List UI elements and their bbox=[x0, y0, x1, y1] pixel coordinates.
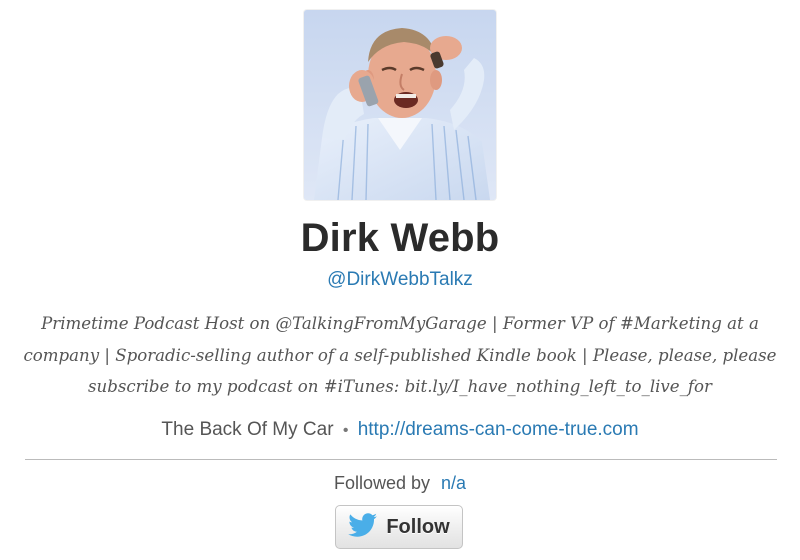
bio-line: subscribe to my podcast on #iTunes: bit.… bbox=[88, 377, 712, 396]
followed-by-count-link[interactable]: n/a bbox=[441, 473, 466, 493]
profile-website-link[interactable]: http://dreams-can-come-true.com bbox=[358, 419, 639, 440]
profile-meta: The Back Of My Car • http://dreams-can-c… bbox=[0, 416, 800, 445]
profile-handle-link[interactable]: @DirkWebbTalkz bbox=[0, 267, 800, 293]
meta-separator: • bbox=[342, 422, 349, 439]
section-divider bbox=[25, 459, 777, 460]
profile-name: Dirk Webb bbox=[300, 216, 500, 260]
followed-by-label: Followed by bbox=[333, 473, 430, 493]
bio-line: company | Sporadic-selling author of a s… bbox=[23, 345, 777, 365]
profile-avatar[interactable] bbox=[304, 10, 496, 200]
bio-line: Primetime Podcast Host on @TalkingFromMy… bbox=[41, 314, 759, 333]
followed-by: Followed by n/a bbox=[0, 470, 800, 496]
profile-bio: Primetime Podcast Host on @TalkingFromMy… bbox=[22, 308, 778, 403]
avatar-photo bbox=[304, 10, 496, 200]
profile-location: The Back Of My Car bbox=[161, 419, 334, 440]
twitter-bird-icon bbox=[348, 512, 378, 542]
follow-button-label: Follow bbox=[386, 515, 450, 538]
profile-card: Dirk Webb @DirkWebbTalkz Primetime Podca… bbox=[0, 0, 800, 560]
follow-button[interactable]: Follow bbox=[335, 505, 463, 549]
